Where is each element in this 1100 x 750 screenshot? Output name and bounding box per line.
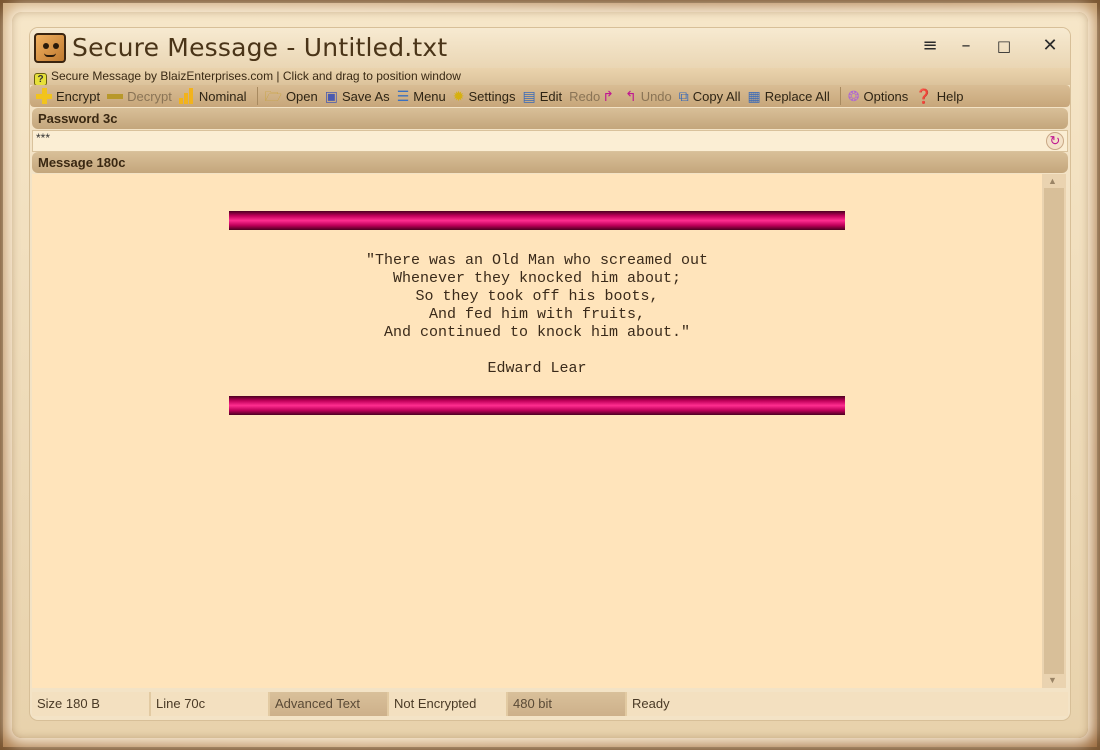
status-line[interactable]: Line 70c xyxy=(151,692,270,716)
menu-button[interactable]: ☰ Menu xyxy=(395,86,451,106)
info-bar[interactable]: ? Secure Message by BlaizEnterprises.com … xyxy=(30,68,1070,86)
paste-icon: ▦ xyxy=(747,88,761,104)
top-accent-bar xyxy=(229,211,845,230)
settings-label: Settings xyxy=(468,88,516,104)
toolbar-divider xyxy=(256,87,258,105)
minus-icon xyxy=(107,93,124,99)
password-header: Password 3c xyxy=(32,108,1068,129)
undo-button[interactable]: ↰ Undo xyxy=(623,86,677,106)
app-logo-icon xyxy=(34,33,66,63)
toolbar: Encrypt Decrypt Nominal 🗁 Open ▣ Save As… xyxy=(30,85,1070,107)
scroll-up-icon[interactable]: ▲ xyxy=(1048,176,1057,186)
edit-button[interactable]: ▤ Edit xyxy=(521,86,568,106)
replace-all-button[interactable]: ▦ Replace All xyxy=(745,86,834,106)
vertical-scrollbar[interactable]: ▲ ▼ xyxy=(1042,174,1066,688)
menu-label: Menu xyxy=(413,88,446,104)
minimize-button[interactable]: – xyxy=(952,34,980,58)
folder-icon: 🗁 xyxy=(264,88,282,104)
help-label: Help xyxy=(936,88,964,104)
scroll-down-icon[interactable]: ▼ xyxy=(1048,675,1057,685)
open-label: Open xyxy=(285,88,318,104)
plus-icon xyxy=(36,88,52,104)
gear-icon: ✹ xyxy=(452,88,465,104)
status-bits[interactable]: 480 bit xyxy=(508,692,627,716)
encrypt-button[interactable]: Encrypt xyxy=(34,86,105,106)
info-text: Secure Message by BlaizEnterprises.com |… xyxy=(51,69,461,83)
status-size[interactable]: Size 180 B xyxy=(32,692,151,716)
nominal-label: Nominal xyxy=(198,88,247,104)
status-state: Ready xyxy=(632,696,670,711)
options-label: Options xyxy=(863,88,909,104)
message-author: Edward Lear xyxy=(487,360,587,377)
window-menu-icon[interactable]: ≡ xyxy=(916,34,944,58)
scroll-track[interactable] xyxy=(1044,188,1064,674)
encrypt-label: Encrypt xyxy=(56,88,101,104)
settings-button[interactable]: ✹ Settings xyxy=(451,86,521,106)
password-field[interactable]: *** ↻ xyxy=(32,130,1068,152)
open-button[interactable]: 🗁 Open xyxy=(263,86,323,106)
save-as-button[interactable]: ▣ Save As xyxy=(323,86,395,106)
floppy-disk-icon: ▣ xyxy=(324,88,338,104)
window-title: Secure Message - Untitled.txt xyxy=(72,33,448,62)
maximize-button[interactable]: □ xyxy=(990,34,1018,58)
toolbar-divider xyxy=(839,87,841,105)
app-window: Secure Message - Untitled.txt ≡ – □ ✕ ? S… xyxy=(30,28,1070,720)
redo-arrow-icon: ↱ xyxy=(602,88,614,104)
status-encryption[interactable]: Not Encrypted xyxy=(389,692,508,716)
undo-label: Undo xyxy=(640,88,672,104)
options-button[interactable]: ❂ Options xyxy=(846,86,914,106)
message-poem: "There was an Old Man who screamed out W… xyxy=(365,252,709,341)
edit-window-icon: ▤ xyxy=(522,88,536,104)
help-button[interactable]: ❓ Help xyxy=(913,86,968,106)
copy-all-label: Copy All xyxy=(692,88,741,104)
redo-label: Redo xyxy=(569,88,601,104)
redo-button[interactable]: Redo ↱ xyxy=(567,86,623,106)
status-mode[interactable]: Advanced Text xyxy=(270,692,389,716)
password-options-icon[interactable]: ↻ xyxy=(1046,132,1064,150)
status-bar: Size 180 B Line 70c Advanced Text Not En… xyxy=(32,692,1068,716)
nominal-button[interactable]: Nominal xyxy=(177,86,252,106)
message-editor[interactable]: "There was an Old Man who screamed out W… xyxy=(32,174,1042,688)
copy-all-button[interactable]: ⧉ Copy All xyxy=(677,86,746,106)
title-bar[interactable]: Secure Message - Untitled.txt ≡ – □ ✕ xyxy=(30,28,1070,68)
password-value: *** xyxy=(36,131,51,145)
close-button[interactable]: ✕ xyxy=(1036,34,1064,58)
decrypt-button[interactable]: Decrypt xyxy=(105,86,177,106)
copy-icon: ⧉ xyxy=(678,88,689,104)
message-header: Message 180c xyxy=(32,152,1068,173)
menu-lines-icon: ☰ xyxy=(396,88,410,104)
bottom-accent-bar xyxy=(229,396,845,415)
signal-bars-icon xyxy=(178,88,195,104)
decrypt-label: Decrypt xyxy=(127,88,172,104)
help-question-icon: ❓ xyxy=(915,88,933,104)
undo-arrow-icon: ↰ xyxy=(624,88,637,104)
options-gear-icon: ❂ xyxy=(847,88,860,104)
save-as-label: Save As xyxy=(341,88,390,104)
replace-all-label: Replace All xyxy=(764,88,830,104)
edit-label: Edit xyxy=(539,88,563,104)
